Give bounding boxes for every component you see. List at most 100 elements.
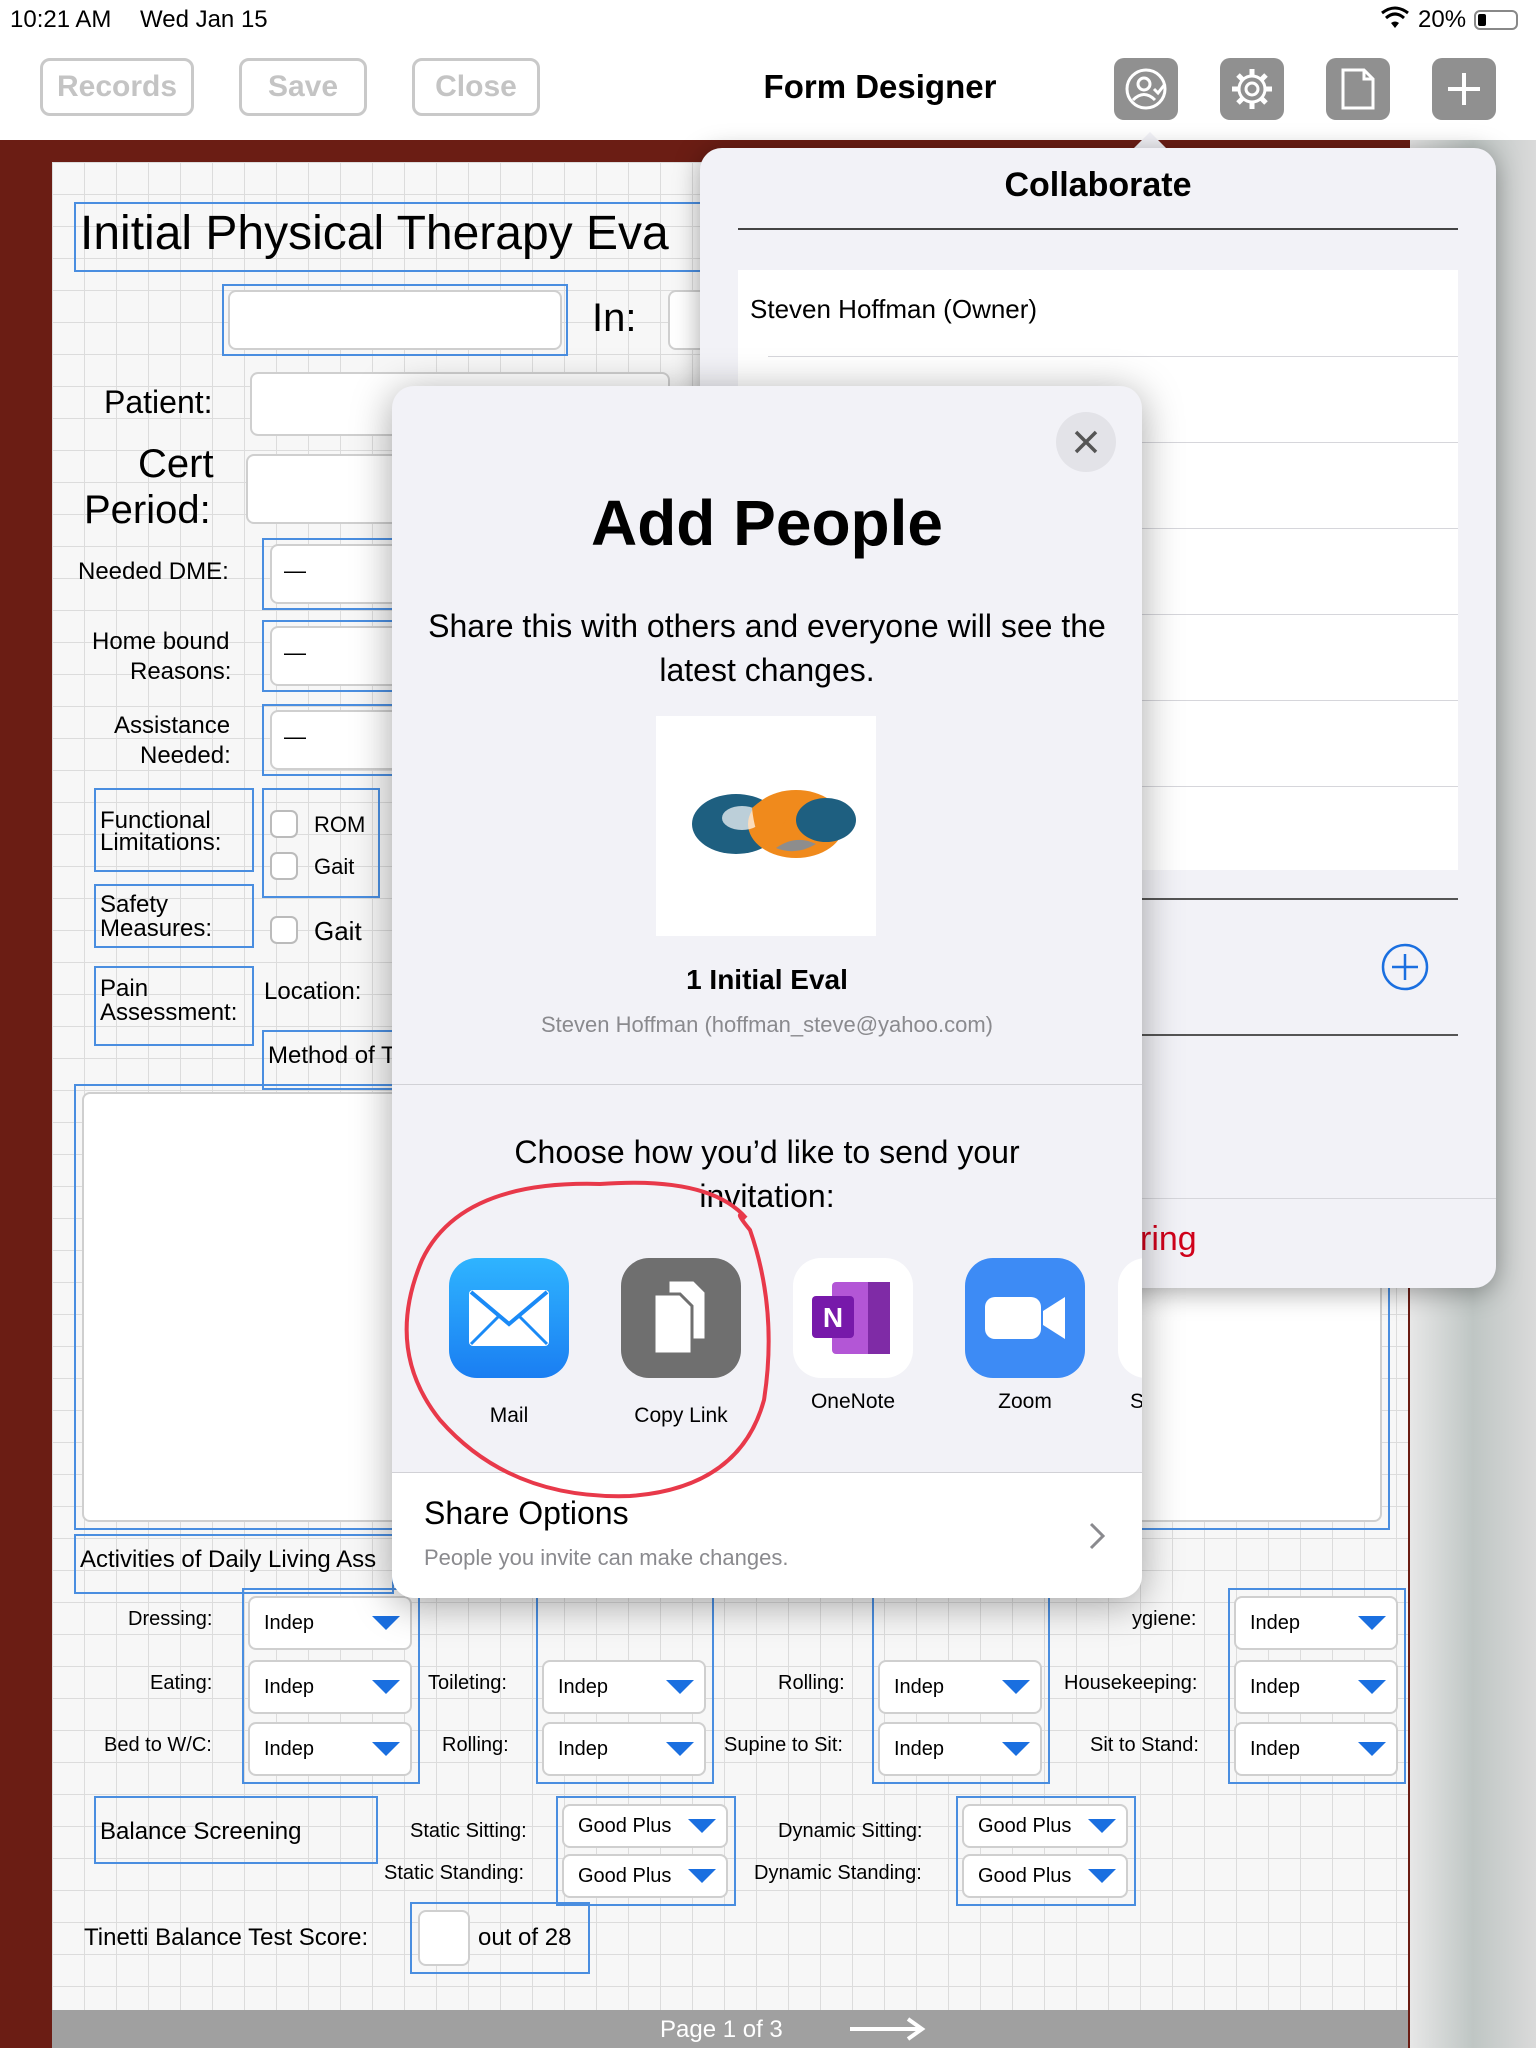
close-icon — [1074, 430, 1098, 454]
dressing-dropdown[interactable]: Indep — [248, 1596, 412, 1650]
chevron-down-icon — [372, 1680, 400, 1694]
close-sheet-button[interactable] — [1056, 412, 1116, 472]
document-name: 1 Initial Eval — [686, 964, 848, 995]
battery-icon — [1474, 10, 1518, 30]
adl-label: Activities of Daily Living Ass — [80, 1546, 377, 1573]
home-bound-field[interactable]: — — [270, 626, 400, 686]
needed-dme-field[interactable]: — — [270, 544, 400, 604]
supine-to-sit-dropdown[interactable]: Indep — [878, 1722, 1042, 1776]
page-button[interactable] — [1326, 58, 1390, 120]
zoom-app[interactable]: Zoom — [940, 1258, 1085, 1413]
settings-button[interactable] — [1220, 58, 1284, 120]
status-bar: 10:21 AM Wed Jan 15 20% — [0, 0, 1536, 40]
needed-label: Needed: — [140, 742, 231, 769]
svg-text:N: N — [823, 1302, 843, 1333]
dropdown-value: Indep — [1250, 1737, 1301, 1760]
out-of-label: out of 28 — [478, 1924, 572, 1951]
hygiene-dropdown[interactable]: Indep — [1234, 1596, 1398, 1650]
dropdown-value: Indep — [558, 1737, 609, 1760]
close-button[interactable]: Close — [412, 58, 540, 116]
chevron-down-icon — [666, 1680, 694, 1694]
checkbox-group — [262, 788, 380, 898]
needed-dme-label: Needed DME: — [78, 558, 229, 585]
chevron-down-icon — [1358, 1742, 1386, 1756]
eating-dropdown[interactable]: Indep — [248, 1660, 412, 1714]
skype-label: S — [1130, 1390, 1142, 1413]
dropdown-value: Indep — [264, 1737, 315, 1760]
add-button[interactable] — [1432, 58, 1496, 120]
dropdown-value: Indep — [558, 1675, 609, 1698]
dynamic-standing-dropdown[interactable]: Good Plus — [962, 1854, 1128, 1898]
static-sitting-dropdown[interactable]: Good Plus — [562, 1804, 728, 1848]
dropdown-value: Indep — [894, 1675, 945, 1698]
dropdown-value: Indep — [894, 1737, 945, 1760]
housekeeping-dropdown[interactable]: Indep — [1234, 1660, 1398, 1714]
hygiene-label: ygiene: — [1132, 1608, 1197, 1630]
annotation-circle — [404, 1180, 771, 1499]
toileting-label: Toileting: — [428, 1672, 507, 1694]
cert-label: Cert — [138, 442, 214, 486]
form-title: Initial Physical Therapy Eva — [80, 207, 669, 260]
chevron-down-icon — [372, 1742, 400, 1756]
chevron-down-icon — [1358, 1680, 1386, 1694]
battery-percent: 20% — [1418, 6, 1467, 33]
assistance-field[interactable]: — — [270, 710, 400, 770]
tinetti-score-field[interactable] — [418, 1910, 470, 1966]
zoom-label: Zoom — [998, 1390, 1052, 1413]
chevron-down-icon — [688, 1869, 716, 1883]
chevron-down-icon — [1002, 1742, 1030, 1756]
method-label: Method of T — [268, 1042, 396, 1069]
rolling-dropdown[interactable]: Indep — [542, 1722, 706, 1776]
records-button[interactable]: Records — [40, 58, 194, 116]
in-label: In: — [592, 296, 637, 340]
dropdown-value: Good Plus — [578, 1814, 672, 1837]
tinetti-label: Tinetti Balance Test Score: — [84, 1924, 369, 1951]
patient-label: Patient: — [104, 384, 213, 420]
rom-checkbox[interactable] — [270, 810, 298, 838]
next-page-arrow-icon[interactable] — [848, 2014, 928, 2044]
collaborate-icon — [1125, 68, 1167, 110]
static-standing-dropdown[interactable]: Good Plus — [562, 1854, 728, 1898]
eating-label: Eating: — [150, 1672, 213, 1694]
header-field[interactable] — [228, 290, 562, 350]
status-time: 10:21 AM — [10, 6, 112, 33]
period-label: Period: — [84, 488, 211, 532]
chevron-down-icon — [1002, 1680, 1030, 1694]
cert-period-field[interactable] — [246, 454, 406, 524]
app-logo-icon — [692, 790, 856, 858]
collaborate-button[interactable] — [1114, 58, 1178, 120]
bed-to-wc-label: Bed to W/C: — [104, 1734, 212, 1756]
dropdown-value: Indep — [1250, 1611, 1301, 1634]
bed-to-wc-dropdown[interactable]: Indep — [248, 1722, 412, 1776]
owner-row[interactable]: Steven Hoffman (Owner) — [750, 294, 1037, 325]
dynamic-standing-label: Dynamic Standing: — [754, 1862, 922, 1884]
add-participant-icon[interactable] — [1380, 942, 1430, 992]
skype-app[interactable]: S — [1110, 1258, 1142, 1428]
page-footer: Page 1 of 3 — [52, 2010, 1408, 2048]
onenote-app[interactable]: N OneNote — [768, 1258, 913, 1413]
gait-safety-label: Gait — [314, 916, 362, 946]
rolling-label-2: Rolling: — [778, 1672, 845, 1694]
gait-checkbox[interactable] — [270, 852, 298, 880]
rolling-dropdown-2[interactable]: Indep — [878, 1660, 1042, 1714]
stop-sharing-button[interactable]: ring — [1140, 1220, 1197, 1259]
dropdown-value: Good Plus — [978, 1814, 1072, 1837]
chevron-down-icon — [372, 1616, 400, 1630]
toileting-dropdown[interactable]: Indep — [542, 1660, 706, 1714]
gear-icon — [1232, 69, 1272, 109]
rolling-label: Rolling: — [442, 1734, 509, 1756]
divider — [738, 228, 1458, 230]
collaborate-title: Collaborate — [1004, 166, 1192, 204]
sit-to-stand-dropdown[interactable]: Indep — [1234, 1722, 1398, 1776]
dropdown-value: Indep — [264, 1611, 315, 1634]
add-people-title: Add People — [590, 487, 944, 559]
dynamic-sitting-dropdown[interactable]: Good Plus — [962, 1804, 1128, 1848]
save-button[interactable]: Save — [239, 58, 367, 116]
onenote-label: OneNote — [810, 1390, 896, 1413]
chevron-down-icon — [688, 1819, 716, 1833]
gait-safety-checkbox[interactable] — [270, 916, 298, 944]
rom-label: ROM — [314, 812, 366, 837]
add-people-description: Share this with others and everyone will… — [428, 608, 1106, 688]
nav-bar: Records Save Close Form Designer — [0, 40, 1536, 140]
chevron-down-icon — [1358, 1616, 1386, 1630]
